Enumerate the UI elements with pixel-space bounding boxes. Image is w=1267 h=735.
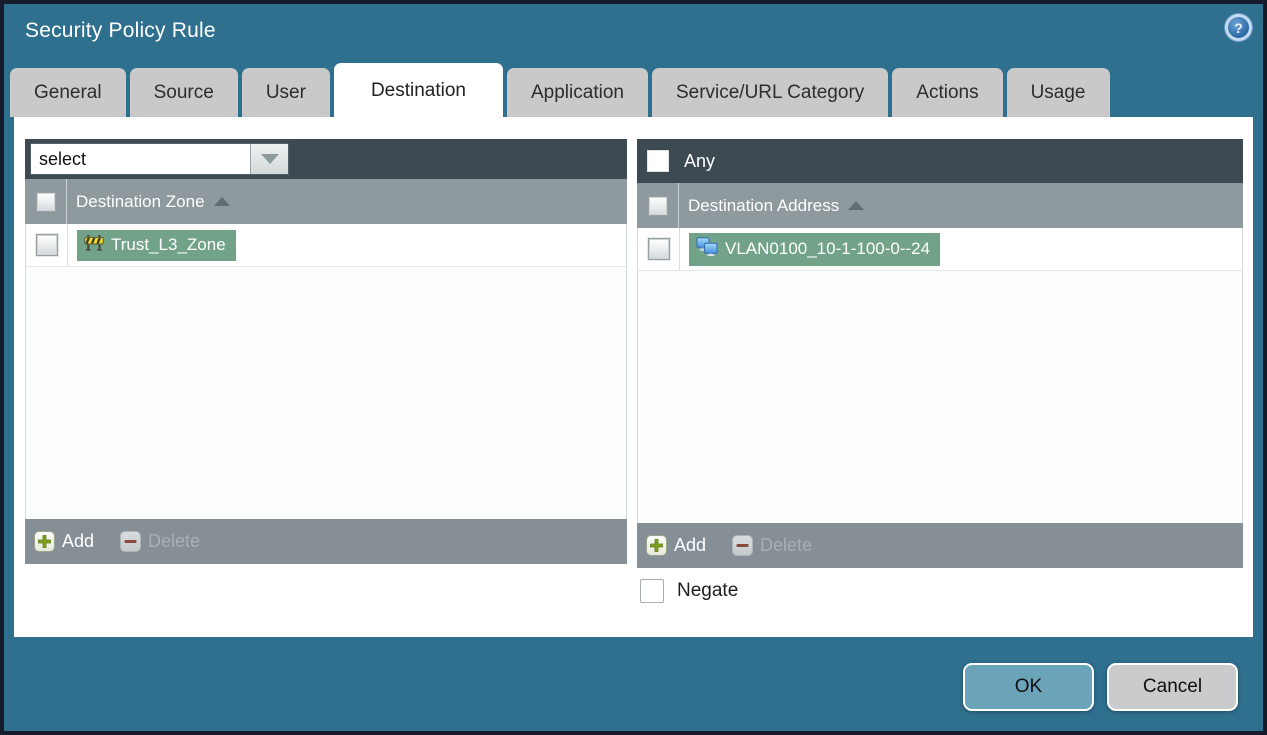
address-delete-label: Delete <box>760 535 813 555</box>
zone-select-dropdown-button[interactable] <box>250 144 288 174</box>
address-chip-label: VLAN0100_10-1-100-0--24 <box>725 238 931 258</box>
address-chip[interactable]: VLAN0100_10-1-100-0--24 <box>689 232 941 266</box>
zone-delete-label: Delete <box>148 531 201 551</box>
zone-add-label: Add <box>62 531 95 551</box>
zone-row[interactable]: Trust_L3_Zone <box>26 224 626 267</box>
any-checkbox[interactable] <box>647 150 669 172</box>
address-add-label: Add <box>674 535 707 555</box>
zone-select-all-cell <box>25 179 67 224</box>
zone-select-input[interactable] <box>31 144 250 174</box>
help-glyph: ? <box>1234 19 1243 36</box>
address-delete-button[interactable]: Delete <box>732 535 812 556</box>
zone-add-button[interactable]: Add <box>34 531 94 552</box>
zone-column-header[interactable]: Destination Zone <box>76 192 205 212</box>
address-row[interactable]: VLAN0100_10-1-100-0--24 <box>638 228 1242 271</box>
destination-zone-panel: Destination Zone <box>25 139 627 564</box>
sort-ascending-icon <box>848 201 865 210</box>
tab-destination[interactable]: Destination <box>333 63 503 117</box>
any-bar: Any <box>637 139 1243 183</box>
zone-chip-label: Trust_L3_Zone <box>111 234 226 254</box>
address-footer-bar: Add Delete <box>637 523 1243 568</box>
zone-list: Trust_L3_Zone <box>25 224 627 519</box>
negate-option: Negate <box>640 579 738 603</box>
address-row-checkbox-cell <box>638 228 680 270</box>
zone-select-bar <box>25 139 627 179</box>
minus-icon <box>732 535 754 556</box>
plus-icon <box>34 531 55 552</box>
zone-row-checkbox[interactable] <box>35 234 58 256</box>
zone-delete-button[interactable]: Delete <box>120 531 200 552</box>
destination-tab-content: Destination Zone <box>14 117 1253 637</box>
tab-service-url-category[interactable]: Service/URL Category <box>651 68 889 117</box>
tab-general[interactable]: General <box>10 68 126 117</box>
address-column-header-row: Destination Address <box>637 183 1243 228</box>
zone-chip[interactable]: Trust_L3_Zone <box>77 229 236 261</box>
network-address-icon <box>696 236 718 261</box>
negate-label: Negate <box>677 580 739 601</box>
address-select-all-checkbox[interactable] <box>647 195 668 216</box>
ok-button[interactable]: OK <box>963 663 1094 711</box>
dialog-title: Security Policy Rule <box>25 19 216 42</box>
negate-checkbox[interactable] <box>640 579 664 603</box>
zone-row-checkbox-cell <box>26 224 68 266</box>
address-row-checkbox[interactable] <box>647 238 670 260</box>
zone-footer-bar: Add Delete <box>25 519 627 564</box>
minus-icon <box>120 531 142 552</box>
tab-application[interactable]: Application <box>507 68 648 117</box>
tab-user[interactable]: User <box>241 68 330 117</box>
destination-address-panel: Any Destination Address VLAN0100_10-1-10… <box>637 139 1243 568</box>
zone-select-combo <box>30 143 289 175</box>
dialog-frame: Security Policy Rule ? General Source Us… <box>4 4 1263 731</box>
chevron-down-icon <box>260 154 279 164</box>
address-add-button[interactable]: Add <box>646 535 706 556</box>
security-policy-rule-dialog: Security Policy Rule ? General Source Us… <box>0 0 1267 735</box>
tab-bar: General Source User Destination Applicat… <box>10 63 1114 117</box>
cancel-button[interactable]: Cancel <box>1107 663 1238 711</box>
sort-ascending-icon <box>213 197 230 206</box>
tab-actions[interactable]: Actions <box>892 68 1003 117</box>
zone-icon <box>84 234 104 256</box>
address-column-header[interactable]: Destination Address <box>688 196 839 216</box>
zone-select-all-checkbox[interactable] <box>35 191 56 212</box>
tab-usage[interactable]: Usage <box>1006 68 1110 117</box>
zone-column-header-row: Destination Zone <box>25 179 627 224</box>
help-icon[interactable]: ? <box>1225 14 1252 41</box>
plus-icon <box>646 535 667 556</box>
address-select-all-cell <box>637 183 679 228</box>
tab-source[interactable]: Source <box>129 68 238 117</box>
any-label: Any <box>684 150 716 171</box>
address-list: VLAN0100_10-1-100-0--24 <box>637 228 1243 523</box>
